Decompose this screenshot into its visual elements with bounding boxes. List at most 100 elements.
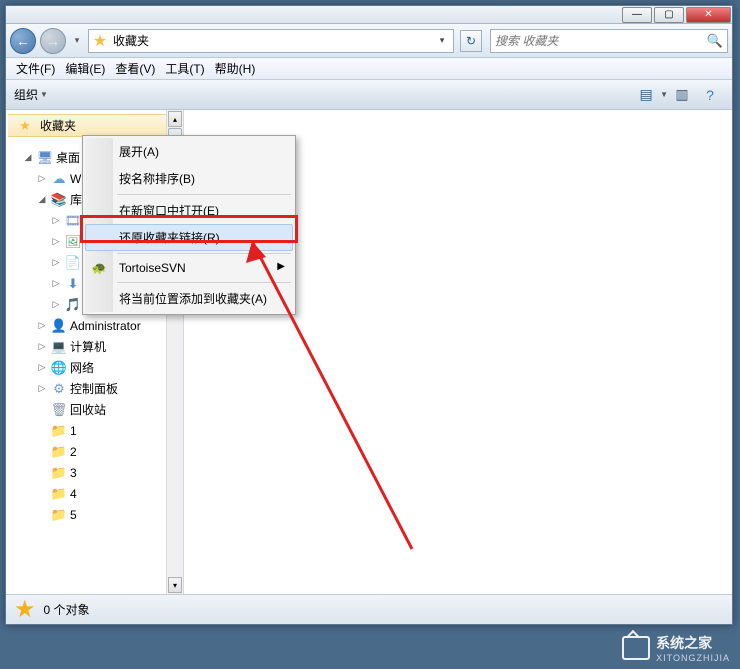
computer-icon: 💻 [51, 339, 67, 355]
search-box[interactable]: 🔍 [490, 29, 728, 53]
menu-tools[interactable]: 工具(T) [161, 58, 208, 79]
scroll-down-button[interactable]: ▾ [168, 577, 182, 593]
user-icon: 👤 [51, 318, 67, 334]
recycle-label: 回收站 [70, 401, 106, 418]
nav-history-dropdown[interactable]: ▾ [70, 32, 84, 50]
menu-bar: 文件(F) 编辑(E) 查看(V) 工具(T) 帮助(H) [6, 58, 732, 80]
help-button[interactable]: ? [698, 84, 722, 106]
menu-help[interactable]: 帮助(H) [211, 58, 260, 79]
address-dropdown[interactable]: ▾ [433, 35, 451, 46]
pictures-icon: 🖼 [65, 234, 81, 250]
address-bar[interactable]: ★ 收藏夹 ▾ [88, 29, 454, 53]
search-icon[interactable]: 🔍 [707, 33, 723, 49]
separator [117, 253, 291, 254]
expand-icon[interactable]: ▷ [36, 383, 48, 394]
sidebar-item-folder-1[interactable]: 📁1 [8, 420, 166, 441]
ctx-open-new-window[interactable]: 在新窗口中打开(E) [85, 197, 293, 224]
sidebar-item-folder-5[interactable]: 📁5 [8, 504, 166, 525]
recycle-icon: 🗑 [51, 402, 67, 418]
computer-label: 计算机 [70, 338, 106, 355]
download-icon: ⬇ [65, 276, 81, 292]
folder-1-label: 1 [70, 424, 77, 438]
ctx-restore-favorites[interactable]: 还原收藏夹链接(R) [85, 224, 293, 251]
address-text: 收藏夹 [109, 32, 433, 49]
separator [117, 282, 291, 283]
watermark-logo-icon [622, 636, 650, 660]
network-icon: 🌐 [51, 360, 67, 376]
sidebar-item-admin[interactable]: ▷ 👤 Administrator [8, 315, 166, 336]
favorites-icon: ★ [91, 32, 109, 50]
music-icon: 🎵 [65, 297, 81, 313]
forward-button[interactable]: → [40, 28, 66, 54]
cloud-icon: ☁ [51, 171, 67, 187]
submenu-arrow-icon: ▶ [277, 261, 285, 272]
ctx-sort-by-name[interactable]: 按名称排序(B) [85, 165, 293, 192]
sidebar-item-favorites[interactable]: ★ 收藏夹 [8, 114, 166, 137]
sidebar-item-control-panel[interactable]: ▷ ⚙ 控制面板 [8, 378, 166, 399]
context-menu: 展开(A) 按名称排序(B) 在新窗口中打开(E) 还原收藏夹链接(R) 🐢 T… [82, 135, 296, 315]
tortoise-label: TortoiseSVN [119, 261, 186, 275]
folder-4-label: 4 [70, 487, 77, 501]
folder-icon: 📁 [51, 423, 67, 439]
sidebar-item-recycle[interactable]: 🗑 回收站 [8, 399, 166, 420]
expand-icon[interactable]: ▷ [36, 173, 48, 184]
library-label: 库 [70, 191, 82, 208]
minimize-button[interactable]: — [622, 7, 652, 23]
folder-5-label: 5 [70, 508, 77, 522]
ctx-add-to-favorites[interactable]: 将当前位置添加到收藏夹(A) [85, 285, 293, 312]
sidebar-item-network[interactable]: ▷ 🌐 网络 [8, 357, 166, 378]
network-label: 网络 [70, 359, 94, 376]
preview-pane-button[interactable]: ▥ [670, 84, 694, 106]
menu-file[interactable]: 文件(F) [12, 58, 59, 79]
expand-icon[interactable]: ▷ [36, 341, 48, 352]
folder-icon: 📁 [51, 465, 67, 481]
collapse-icon[interactable]: ◢ [22, 152, 34, 163]
sidebar-item-computer[interactable]: ▷ 💻 计算机 [8, 336, 166, 357]
desktop-icon: 🖥 [37, 150, 53, 166]
refresh-button[interactable]: ↻ [460, 30, 482, 52]
folder-icon: 📁 [51, 486, 67, 502]
back-button[interactable]: ← [10, 28, 36, 54]
sidebar-item-folder-4[interactable]: 📁4 [8, 483, 166, 504]
control-label: 控制面板 [70, 380, 118, 397]
view-mode-button[interactable]: ▤ [634, 84, 658, 106]
wps-label: W [70, 172, 81, 186]
expand-icon[interactable]: ▷ [50, 299, 62, 310]
menu-view[interactable]: 查看(V) [111, 58, 159, 79]
title-bar: — ▢ ✕ [6, 6, 732, 24]
ctx-tortoisesvn[interactable]: 🐢 TortoiseSVN ▶ [85, 256, 293, 280]
maximize-button[interactable]: ▢ [654, 7, 684, 23]
toolbar: 组织 ▼ ▤ ▼ ▥ ? [6, 80, 732, 110]
expand-icon[interactable]: ▷ [50, 257, 62, 268]
desktop-label: 桌面 [56, 149, 80, 166]
folder-2-label: 2 [70, 445, 77, 459]
sidebar-item-folder-2[interactable]: 📁2 [8, 441, 166, 462]
expand-icon[interactable]: ▷ [36, 362, 48, 373]
watermark-sub: XITONGZHIJIA [656, 653, 730, 663]
collapse-icon[interactable]: ◢ [36, 194, 48, 205]
view-dropdown[interactable]: ▼ [660, 90, 668, 99]
organize-label: 组织 [14, 86, 38, 103]
search-input[interactable] [495, 34, 707, 48]
close-button[interactable]: ✕ [686, 7, 731, 23]
expand-icon[interactable]: ▷ [50, 278, 62, 289]
admin-label: Administrator [70, 319, 141, 333]
watermark: 系统之家 XITONGZHIJIA [622, 633, 730, 663]
sidebar-item-folder-3[interactable]: 📁3 [8, 462, 166, 483]
tortoise-icon: 🐢 [91, 260, 107, 276]
menu-edit[interactable]: 编辑(E) [61, 58, 109, 79]
organize-button[interactable]: 组织 ▼ [14, 86, 48, 103]
library-icon: 📚 [51, 192, 67, 208]
control-panel-icon: ⚙ [51, 381, 67, 397]
star-icon: ★ [14, 595, 36, 624]
nav-bar: ← → ▾ ★ 收藏夹 ▾ ↻ 🔍 [6, 24, 732, 58]
expand-icon[interactable]: ▷ [50, 236, 62, 247]
scroll-up-button[interactable]: ▴ [168, 111, 182, 127]
video-icon: 🎞 [65, 213, 81, 229]
status-count: 0 个对象 [44, 601, 90, 618]
explorer-window: — ▢ ✕ ← → ▾ ★ 收藏夹 ▾ ↻ 🔍 文件(F) 编辑(E) 查看(V… [5, 5, 733, 625]
star-icon: ★ [17, 118, 33, 134]
expand-icon[interactable]: ▷ [50, 215, 62, 226]
ctx-expand[interactable]: 展开(A) [85, 138, 293, 165]
expand-icon[interactable]: ▷ [36, 320, 48, 331]
